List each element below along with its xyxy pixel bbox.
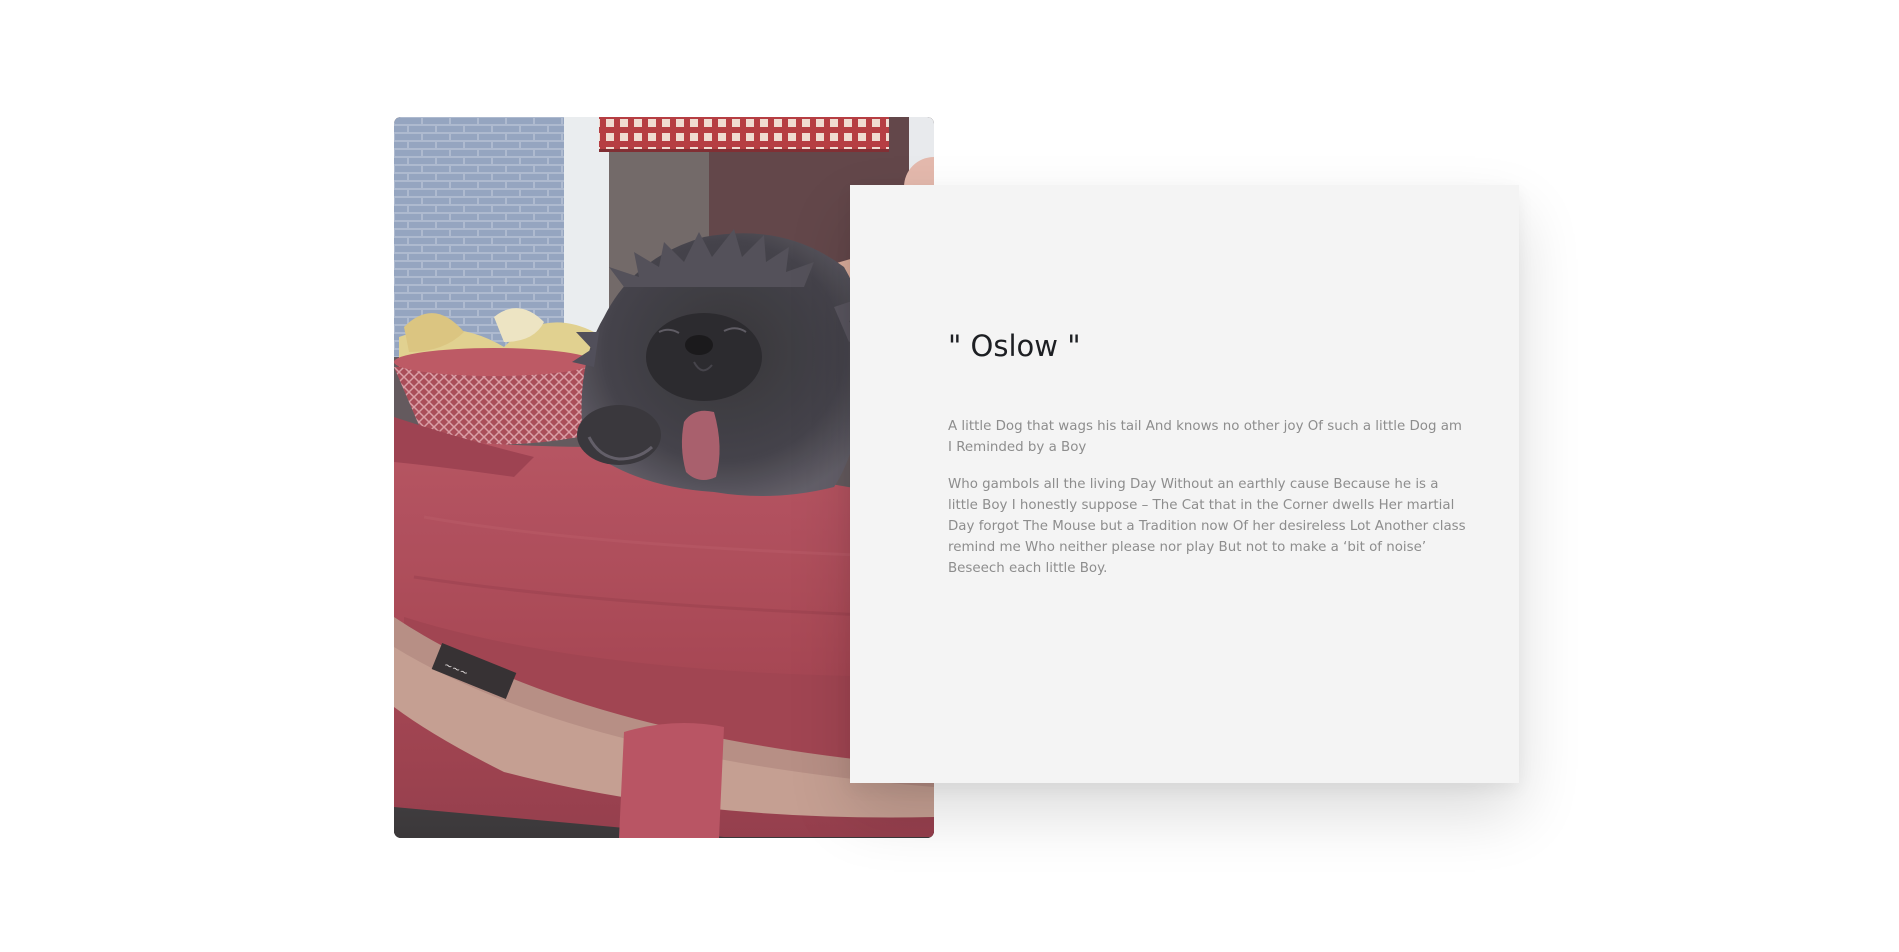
- profile-card: " Oslow " A little Dog that wags his tai…: [850, 185, 1519, 783]
- page: ~~~ " Oslow " A little Dog that wags his…: [0, 0, 1899, 952]
- profile-paragraph-2: Who gambols all the living Day Without a…: [948, 476, 1466, 576]
- profile-paragraph-1: A little Dog that wags his tail And know…: [948, 418, 1462, 455]
- profile-card-content: " Oslow " A little Dog that wags his tai…: [948, 329, 1468, 595]
- profile-title: " Oslow ": [948, 329, 1081, 363]
